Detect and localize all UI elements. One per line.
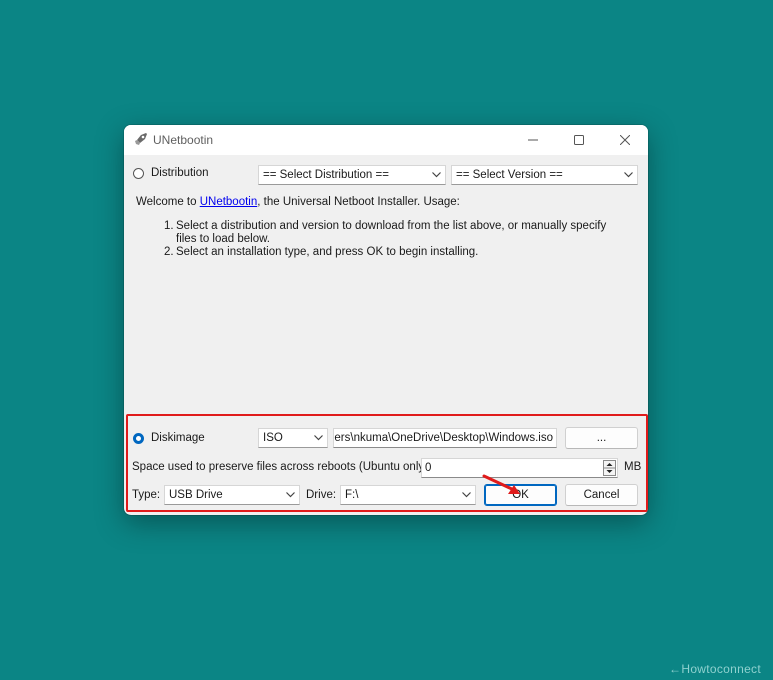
spinner-arrows-icon[interactable] [603,460,616,476]
rocket-icon [135,133,147,145]
drive-select[interactable]: F:\ [340,485,476,505]
browse-button[interactable]: ... [565,427,638,449]
ok-button[interactable]: OK [484,484,557,506]
welcome-prefix: Welcome to [136,196,200,208]
usage-steps: 1. Select a distribution and version to d… [164,220,628,259]
type-select[interactable]: USB Drive [164,485,300,505]
persistence-label: Space used to preserve files across rebo… [132,461,432,473]
iso-path-input[interactable]: C:\Users\nkuma\OneDrive\Desktop\Windows.… [333,428,557,448]
distribution-select-value: == Select Distribution == [263,169,389,181]
unetbootin-window: UNetbootin Distribution == Select Distri… [124,125,648,515]
welcome-suffix: , the Universal Netboot Installer. Usage… [257,196,460,208]
persistence-spinbox[interactable]: 0 [421,458,618,478]
drive-select-value: F:\ [345,489,359,501]
diskimage-label: Diskimage [151,432,205,444]
distribution-radio[interactable] [133,168,144,179]
type-label: Type: [132,489,161,501]
chevron-down-icon [462,492,471,498]
version-select-value: == Select Version == [456,169,563,181]
iso-path-value: C:\Users\nkuma\OneDrive\Desktop\Windows.… [334,432,553,444]
unetbootin-link[interactable]: UNetbootin [200,196,258,208]
step-number: 1. [164,220,174,232]
close-icon [620,135,630,145]
maximize-icon [574,135,584,145]
cancel-button[interactable]: Cancel [565,484,638,506]
chevron-down-icon [286,492,295,498]
watermark-logo: ←Howtoconnect [669,662,761,676]
persistence-unit: MB [624,461,642,473]
diskimage-radio[interactable] [133,433,144,444]
chevron-down-icon [314,435,323,441]
version-select[interactable]: == Select Version == [451,165,638,185]
window-title: UNetbootin [153,133,214,147]
image-format-value: ISO [263,432,283,444]
step-text: Select a distribution and version to dow… [176,220,607,245]
usage-step: 2. Select an installation type, and press… [164,246,628,259]
image-format-select[interactable]: ISO [258,428,328,448]
distribution-label: Distribution [151,167,209,179]
drive-label: Drive: [306,489,337,501]
chevron-down-icon [624,172,633,178]
maximize-button[interactable] [556,125,602,155]
welcome-text: Welcome to UNetbootin, the Universal Net… [136,195,636,209]
minimize-icon [528,139,538,141]
usage-step: 1. Select a distribution and version to d… [164,220,628,246]
step-text: Select an installation type, and press O… [176,246,479,258]
minimize-button[interactable] [510,125,556,155]
chevron-down-icon [432,172,441,178]
close-button[interactable] [602,125,648,155]
persistence-value: 0 [425,462,432,474]
step-number: 2. [164,246,174,258]
type-select-value: USB Drive [169,489,223,501]
distribution-select[interactable]: == Select Distribution == [258,165,446,185]
title-bar[interactable]: UNetbootin [124,125,648,155]
